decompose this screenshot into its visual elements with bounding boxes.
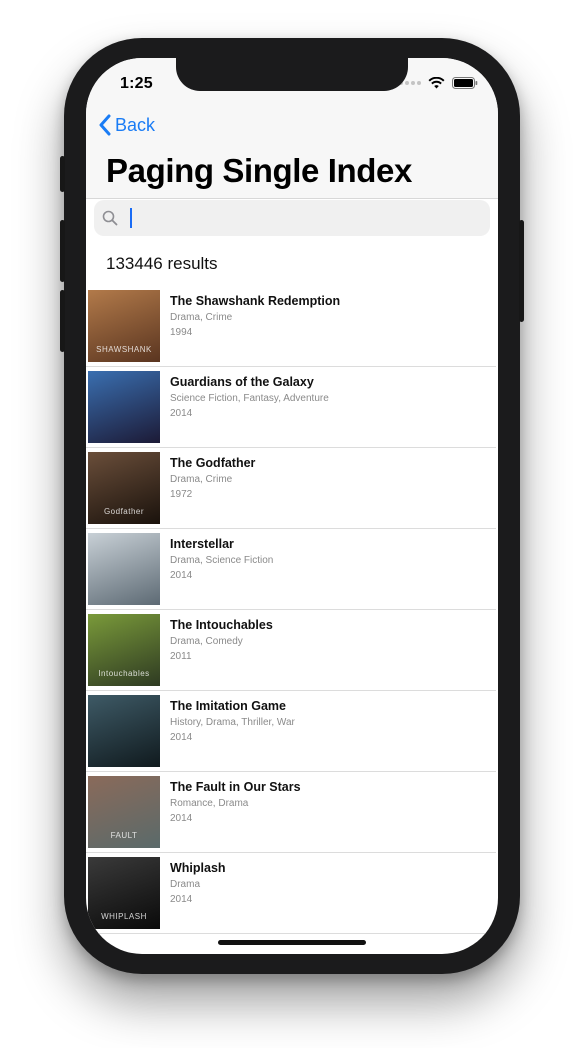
list-item[interactable]: The Imitation Game History, Drama, Thrill…	[86, 691, 496, 772]
status-time: 1:25	[120, 75, 153, 92]
movie-title: The Godfather	[170, 456, 256, 470]
home-indicator[interactable]	[218, 940, 366, 945]
list-item[interactable]: Guardians of the Galaxy Science Fiction, …	[86, 367, 496, 448]
movie-year: 2014	[170, 813, 193, 824]
movie-list: SHAWSHANK The Shawshank Redemption Drama, …	[86, 286, 498, 934]
movie-genres: Science Fiction, Fantasy, Adventure	[170, 393, 329, 404]
movie-poster	[88, 533, 160, 605]
movie-title: Whiplash	[170, 861, 226, 875]
text-cursor	[130, 208, 132, 228]
chevron-left-icon	[99, 114, 111, 136]
movie-year: 2014	[170, 570, 193, 581]
notch	[176, 58, 408, 91]
movie-genres: Drama, Crime	[170, 312, 233, 323]
movie-year: 2011	[170, 651, 192, 662]
list-item[interactable]: Godfather The Godfather Drama, Crime 1972	[86, 448, 496, 529]
back-label: Back	[115, 114, 156, 135]
movie-year: 2014	[170, 408, 193, 419]
page-title: Paging Single Index	[106, 152, 412, 189]
movie-genres: Drama, Comedy	[170, 636, 243, 647]
movie-title: Guardians of the Galaxy	[170, 375, 314, 389]
poster-caption: Intouchables	[98, 669, 150, 678]
movie-genres: Drama, Science Fiction	[170, 555, 274, 566]
power-button	[519, 220, 524, 322]
movie-year: 2014	[170, 894, 193, 905]
search-icon	[102, 210, 118, 226]
movie-year: 1972	[170, 489, 193, 500]
search-bar[interactable]	[94, 200, 490, 236]
wifi-icon	[428, 77, 445, 89]
movie-genres: Drama, Crime	[170, 474, 233, 485]
list-item[interactable]: SHAWSHANK The Shawshank Redemption Drama, …	[86, 286, 496, 367]
movie-year: 2014	[170, 732, 193, 743]
movie-poster: SHAWSHANK	[88, 290, 160, 362]
battery-icon	[452, 77, 478, 89]
movie-genres: History, Drama, Thriller, War	[170, 717, 295, 728]
volume-down-button	[60, 290, 65, 352]
status-icons	[399, 77, 478, 89]
back-button[interactable]: Back	[98, 114, 155, 136]
movie-title: Interstellar	[170, 537, 234, 551]
movie-title: The Intouchables	[170, 618, 273, 632]
list-item[interactable]: FAULT The Fault in Our Stars Romance, Dram…	[86, 772, 496, 853]
movie-title: The Shawshank Redemption	[170, 294, 341, 308]
search-input[interactable]	[124, 208, 474, 228]
movie-poster	[88, 695, 160, 767]
volume-up-button	[60, 220, 65, 282]
results-count: 133446 results	[106, 254, 218, 273]
list-item[interactable]: Interstellar Drama, Science Fiction 2014	[86, 529, 496, 610]
movie-poster: Godfather	[88, 452, 160, 524]
movie-poster: Intouchables	[88, 614, 160, 686]
movie-poster: WHIPLASH	[88, 857, 160, 929]
phone-frame: 1:25 Back Paging Single Index 133446 res…	[60, 38, 524, 974]
movie-poster: FAULT	[88, 776, 160, 848]
poster-caption: Godfather	[103, 507, 145, 516]
movie-genres: Drama	[170, 879, 201, 890]
screen: 1:25 Back Paging Single Index 133446 res…	[86, 58, 498, 954]
poster-caption: WHIPLASH	[101, 912, 147, 921]
poster-caption: FAULT	[110, 831, 138, 840]
movie-genres: Romance, Drama	[170, 798, 249, 809]
list-item[interactable]: WHIPLASH Whiplash Drama 2014	[86, 853, 496, 934]
silent-switch	[60, 156, 65, 192]
movie-title: The Imitation Game	[170, 699, 286, 713]
movie-year: 1994	[170, 327, 193, 338]
list-item[interactable]: Intouchables The Intouchables Drama, Comed…	[86, 610, 496, 691]
poster-caption: SHAWSHANK	[96, 345, 152, 354]
movie-title: The Fault in Our Stars	[170, 780, 301, 794]
movie-poster	[88, 371, 160, 443]
